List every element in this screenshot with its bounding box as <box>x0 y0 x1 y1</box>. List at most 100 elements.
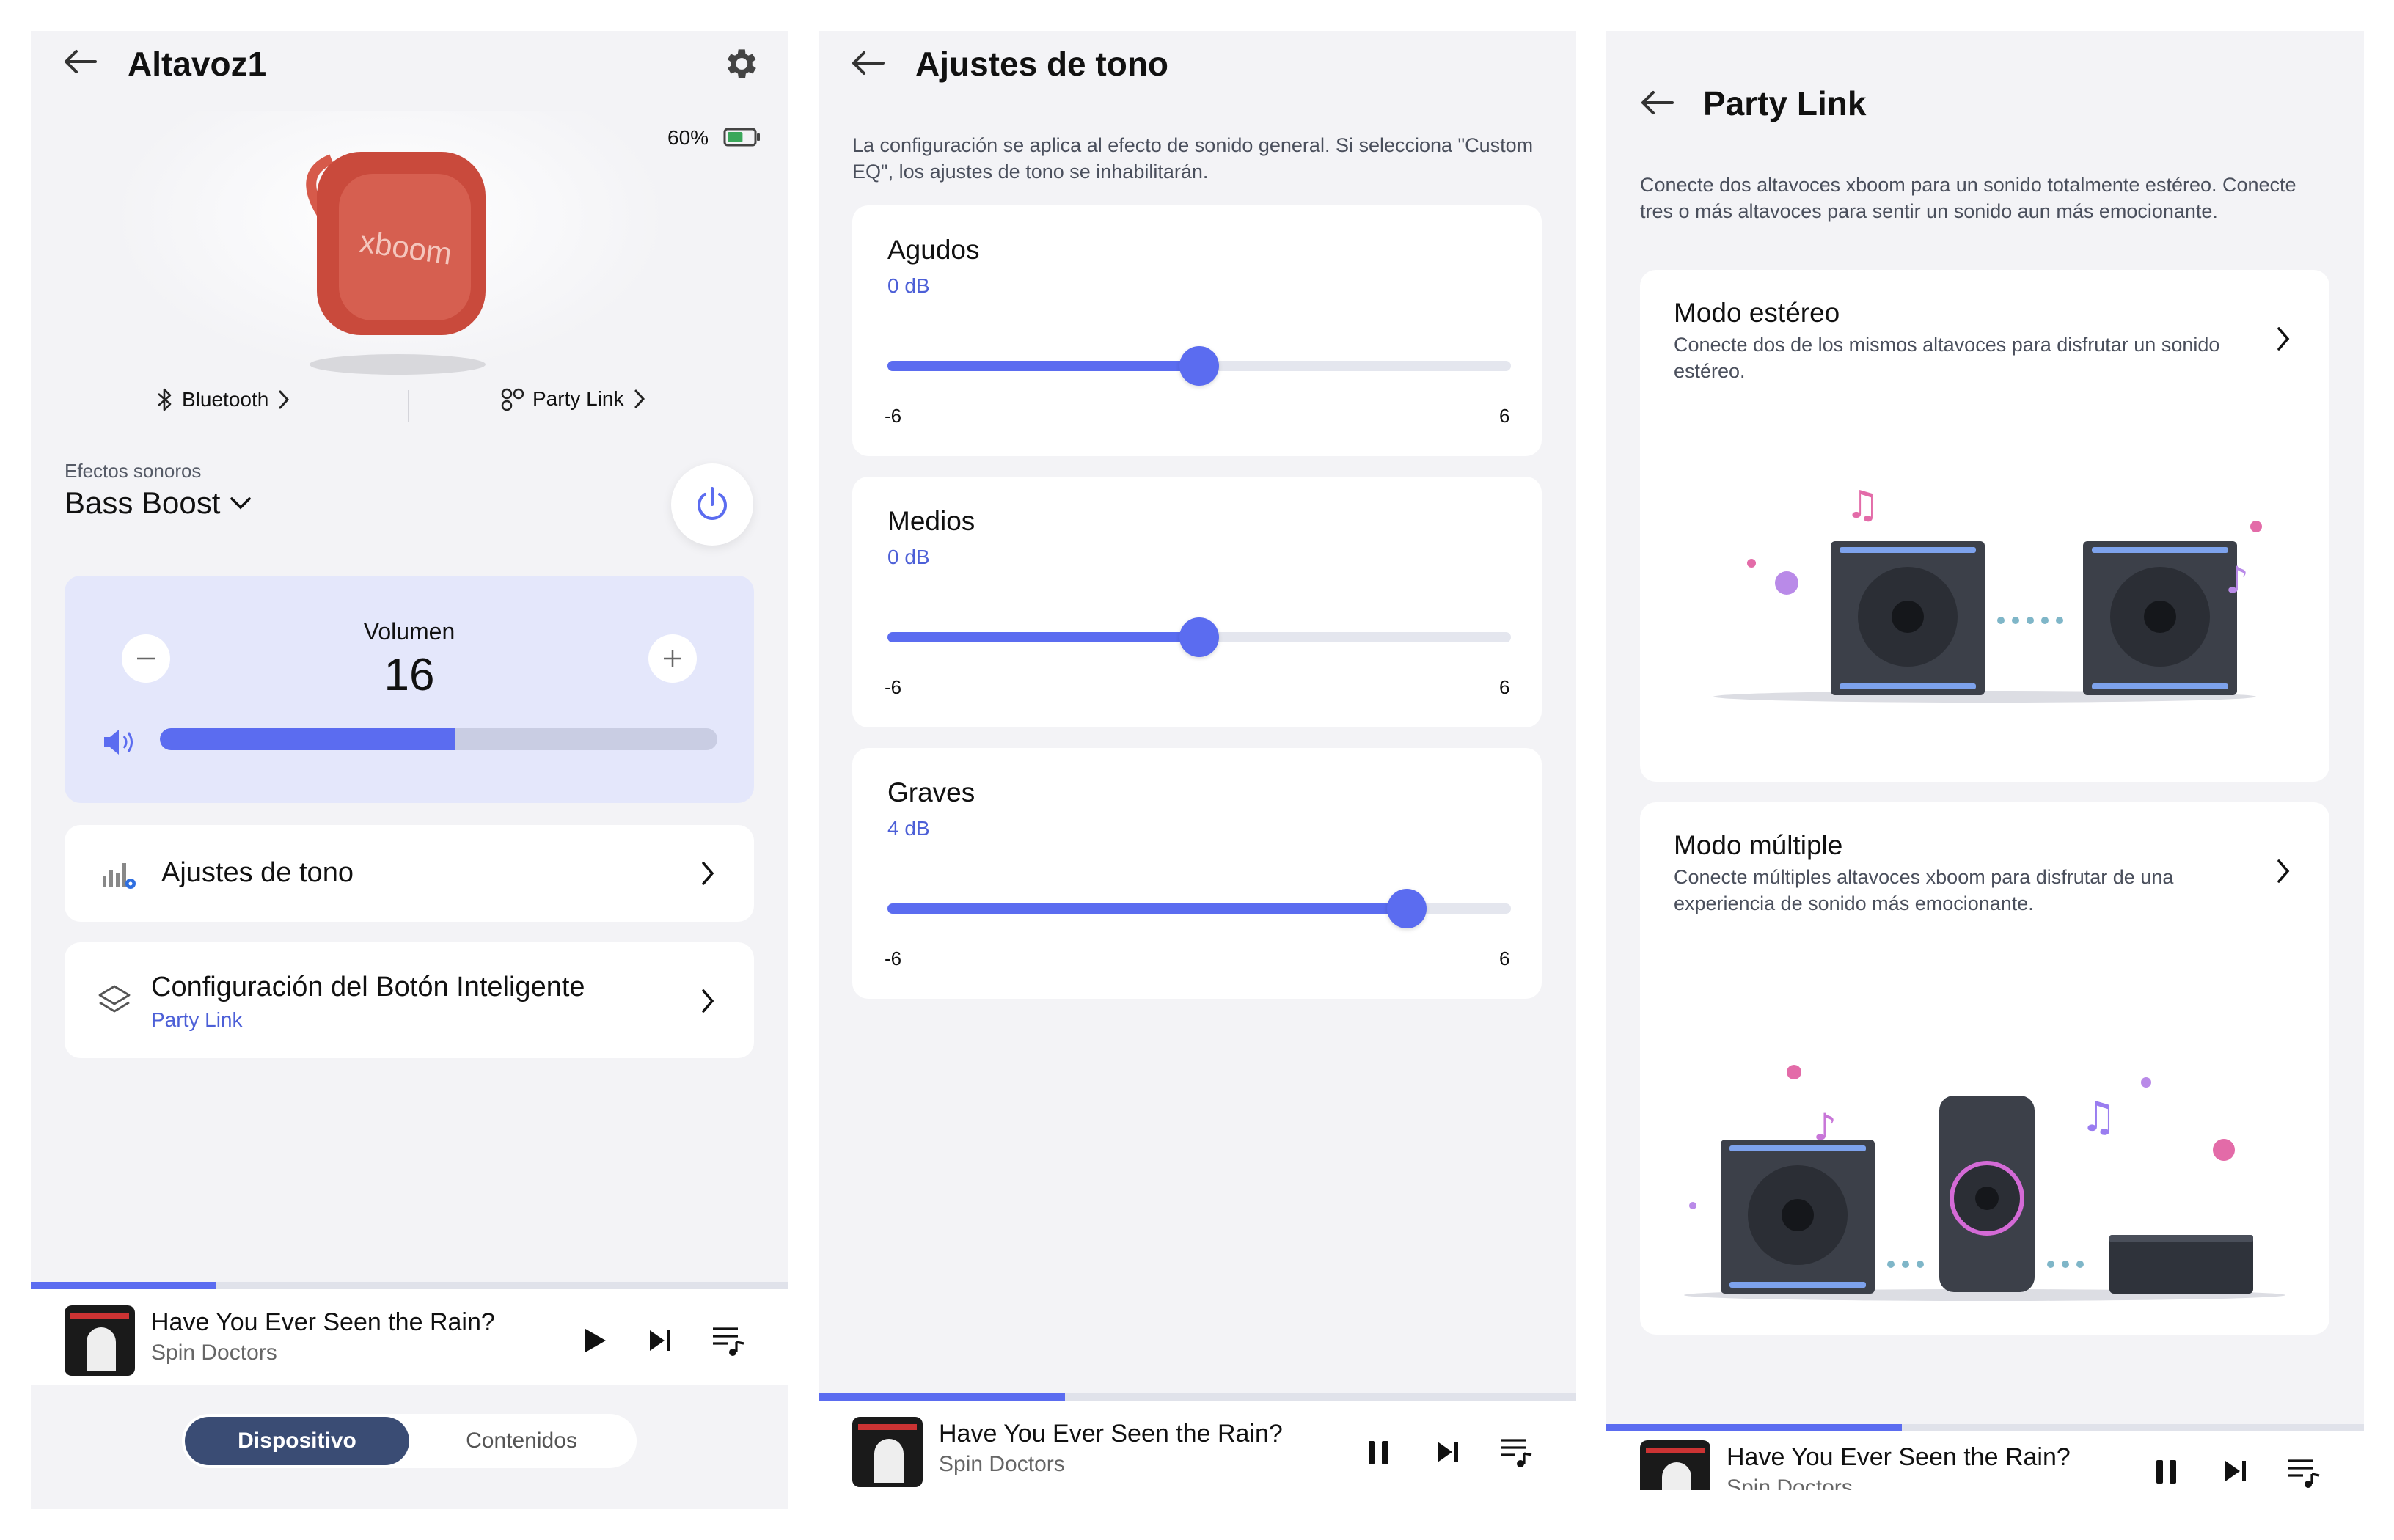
tone-band-slider-fill <box>887 903 1408 914</box>
mini-player[interactable]: Have You Ever Seen the Rain? Spin Doctor… <box>819 1393 1576 1509</box>
album-art <box>852 1417 923 1487</box>
playlist-icon[interactable] <box>2287 1456 2321 1489</box>
volume-decrease-button[interactable] <box>122 634 170 683</box>
song-artist: Spin Doctors <box>1727 1475 1853 1490</box>
power-icon <box>698 487 727 520</box>
chevron-right-icon <box>702 989 714 1013</box>
skip-next-icon[interactable] <box>2222 1458 2249 1484</box>
chevron-down-icon <box>230 497 252 510</box>
tab-dispositivo[interactable]: Dispositivo <box>185 1417 409 1465</box>
tone-band-name: Medios <box>887 506 975 536</box>
tone-band-slider[interactable] <box>887 346 1511 386</box>
bluetooth-button[interactable]: Bluetooth <box>155 386 292 413</box>
party-link-icon <box>501 388 524 411</box>
pause-icon[interactable] <box>1366 1439 1392 1467</box>
multi-mode-desc: Conecte múltiples altavoces xboom para d… <box>1674 866 2174 914</box>
party-description: Conecte dos altavoces xboom para un soni… <box>1640 174 2296 222</box>
svg-text:♫: ♫ <box>2080 1093 2117 1141</box>
tone-band-slider-knob[interactable] <box>1179 346 1219 386</box>
volume-slider-fill <box>160 728 455 750</box>
svg-text:♪: ♪ <box>1813 1106 1837 1148</box>
tone-band-value: 0 dB <box>887 546 930 568</box>
tone-band-slider-fill <box>887 632 1199 642</box>
volume-label: Volumen <box>363 618 455 645</box>
tone-band-min: -6 <box>885 676 902 698</box>
stereo-mode-title: Modo estéreo <box>1674 298 1840 328</box>
effects-dropdown[interactable]: Bass Boost <box>65 485 252 521</box>
speaker-volume-icon <box>104 730 133 755</box>
mini-player[interactable]: Have You Ever Seen the Rain? Spin Doctor… <box>31 1282 788 1385</box>
plus-icon <box>664 650 681 667</box>
play-icon[interactable] <box>579 1326 609 1355</box>
tone-band-slider-fill <box>887 361 1199 371</box>
tone-settings-label: Ajustes de tono <box>161 857 354 888</box>
chevron-right-icon <box>2277 327 2290 351</box>
multi-mode-card[interactable]: Modo múltiple Conecte múltiples altavoce… <box>1640 802 2329 1335</box>
playlist-icon[interactable] <box>1499 1436 1533 1468</box>
tone-settings-row[interactable]: Ajustes de tono <box>65 825 754 922</box>
tone-title: Ajustes de tono <box>915 45 1169 83</box>
tone-band-min: -6 <box>885 947 902 969</box>
back-arrow-icon[interactable] <box>849 48 886 78</box>
volume-card: Volumen 16 <box>65 576 754 803</box>
pause-icon[interactable] <box>2153 1458 2180 1486</box>
skip-next-icon[interactable] <box>647 1327 673 1354</box>
equalizer-settings-icon <box>103 863 136 889</box>
song-title: Have You Ever Seen the Rain? <box>939 1420 1283 1448</box>
party-title: Party Link <box>1703 84 1867 122</box>
minus-icon <box>137 657 155 660</box>
smart-button-label: Configuración del Botón Inteligente <box>151 972 585 1002</box>
gear-icon[interactable] <box>720 44 760 84</box>
volume-increase-button[interactable] <box>648 634 697 683</box>
tone-band-slider-knob[interactable] <box>1387 889 1427 928</box>
tone-band-min: -6 <box>885 405 902 427</box>
tone-band-card: Agudos 0 dB -6 6 <box>852 205 1542 456</box>
back-arrow-icon[interactable] <box>62 47 98 76</box>
battery-text: 60% <box>667 126 709 149</box>
smart-button-row[interactable]: Configuración del Botón Inteligente Part… <box>65 942 754 1058</box>
tab-contenidos[interactable]: Contenidos <box>409 1417 634 1465</box>
tone-band-card: Medios 0 dB -6 6 <box>852 477 1542 727</box>
chevron-right-icon <box>2277 859 2290 883</box>
tone-band-slider-knob[interactable] <box>1179 617 1219 657</box>
skip-next-icon[interactable] <box>1435 1439 1461 1465</box>
playback-progress-fill <box>819 1393 1065 1401</box>
mini-player[interactable]: Have You Ever Seen the Rain? Spin Doctor… <box>1606 1424 2364 1490</box>
playback-progress <box>819 1393 1576 1401</box>
song-title: Have You Ever Seen the Rain? <box>1727 1443 2071 1471</box>
power-button[interactable] <box>671 463 753 546</box>
stereo-mode-card[interactable]: Modo estéreo Conecte dos de los mismos a… <box>1640 270 2329 782</box>
bluetooth-icon <box>158 388 172 411</box>
tone-band-max: 6 <box>1499 947 1510 969</box>
tone-band-max: 6 <box>1499 405 1510 427</box>
song-artist: Spin Doctors <box>151 1341 277 1365</box>
tone-band-name: Graves <box>887 777 975 807</box>
party-link-button[interactable]: Party Link <box>500 386 648 411</box>
chevron-right-icon <box>279 390 290 409</box>
tone-description: La configuración se aplica al efecto de … <box>852 134 1534 183</box>
album-art <box>65 1305 135 1376</box>
album-art <box>1640 1440 1710 1490</box>
chevron-right-icon <box>634 389 645 408</box>
party-link-label: Party Link <box>532 387 624 410</box>
tone-band-slider[interactable] <box>887 617 1511 657</box>
effects-value: Bass Boost <box>65 485 221 520</box>
tone-band-slider[interactable] <box>887 889 1511 928</box>
effects-label: Efectos sonoros <box>65 460 202 482</box>
back-arrow-icon[interactable] <box>1639 88 1675 117</box>
layers-icon <box>98 985 131 1013</box>
tone-settings-screen: Ajustes de tono La configuración se apli… <box>819 31 1576 1509</box>
playback-progress <box>1606 1424 2364 1431</box>
party-link-screen: Party Link Conecte dos altavoces xboom p… <box>1606 31 2364 1490</box>
chevron-right-icon <box>702 862 714 885</box>
battery-icon <box>723 128 760 147</box>
tone-band-card: Graves 4 dB -6 6 <box>852 748 1542 999</box>
song-artist: Spin Doctors <box>939 1452 1065 1476</box>
multi-mode-illustration: ♪ ♫ <box>1684 1065 2285 1301</box>
bluetooth-label: Bluetooth <box>182 388 269 411</box>
stereo-mode-illustration: ♫ ♪ <box>1713 483 2262 703</box>
volume-slider[interactable] <box>160 728 717 750</box>
playlist-icon[interactable] <box>711 1324 745 1357</box>
speaker-image: xboom <box>306 152 486 375</box>
song-title: Have You Ever Seen the Rain? <box>151 1308 495 1336</box>
